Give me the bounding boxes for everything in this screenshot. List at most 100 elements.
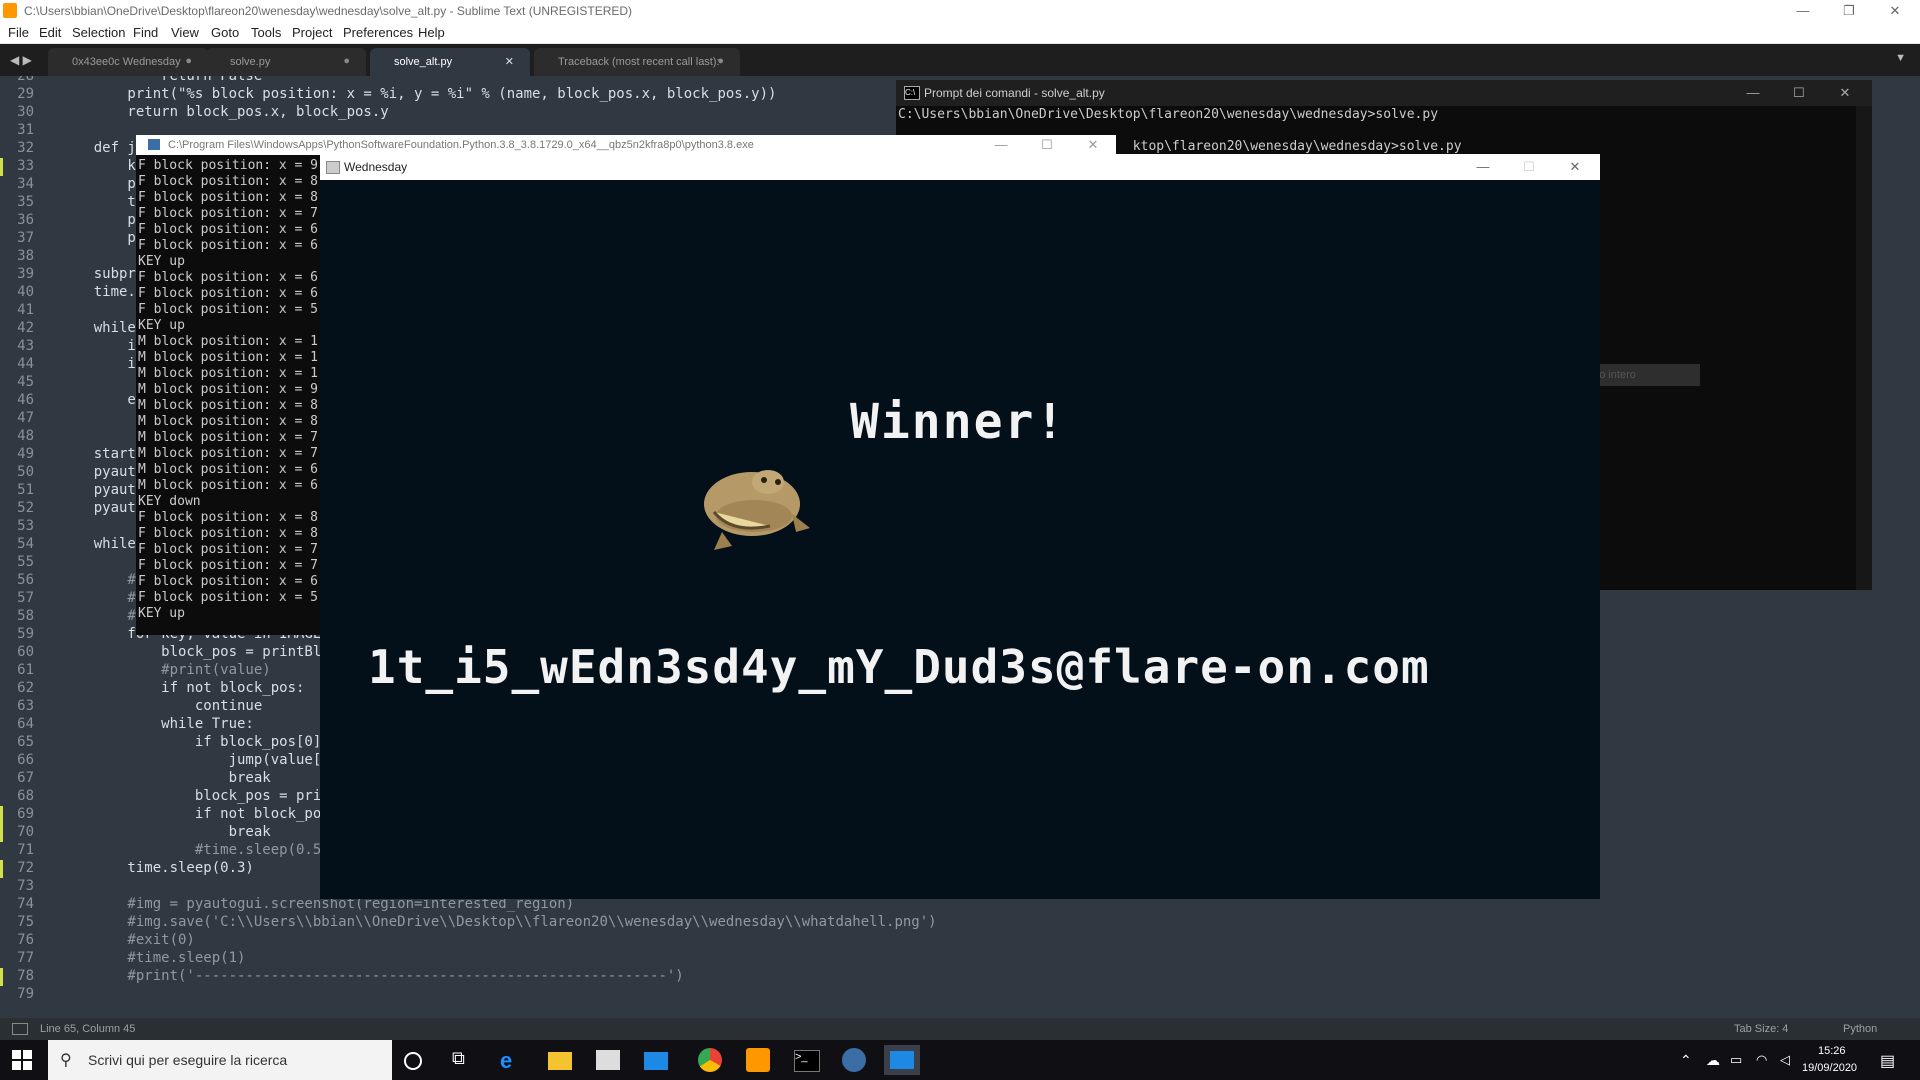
sublime-icon[interactable]: [746, 1048, 770, 1072]
line-number: 53: [17, 518, 34, 534]
console-line: F block position: x = 6: [138, 238, 319, 253]
code-text: print("%s block position: x = %i, y = %i…: [60, 86, 777, 102]
tab-solve-alt[interactable]: solve_alt.py ✕: [370, 48, 530, 76]
line-number: 29: [17, 86, 34, 102]
code-line[interactable]: 75 #img.save('C:\\Users\\bbian\\OneDrive…: [0, 914, 936, 932]
wifi-icon[interactable]: ◠: [1756, 1052, 1767, 1068]
unsaved-dot-icon[interactable]: ●: [343, 55, 350, 67]
windows-start-icon[interactable]: [12, 1050, 32, 1070]
menu-project[interactable]: Project: [292, 25, 332, 40]
mail-icon[interactable]: [644, 1052, 668, 1070]
menu-selection[interactable]: Selection: [72, 25, 125, 40]
code-line[interactable]: 28 return False: [0, 76, 900, 86]
close-icon[interactable]: ✕: [1872, 0, 1918, 22]
line-number: 36: [17, 212, 34, 228]
line-number: 62: [17, 680, 34, 696]
battery-icon[interactable]: ▭: [1730, 1052, 1742, 1068]
code-line[interactable]: 79: [0, 986, 900, 1004]
line-number: 38: [17, 248, 34, 264]
syntax-language[interactable]: Python: [1843, 1023, 1877, 1035]
console-line: KEY up: [138, 318, 185, 333]
maximize-icon[interactable]: ☐: [1024, 134, 1070, 156]
menu-file[interactable]: File: [8, 25, 29, 40]
code-line[interactable]: 76 #exit(0): [0, 932, 900, 950]
line-number: 73: [17, 878, 34, 894]
taskbar-search[interactable]: ⚲ Scrivi qui per eseguire la ricerca: [48, 1040, 392, 1080]
line-number: 43: [17, 338, 34, 354]
maximize-icon[interactable]: ☐: [1776, 82, 1822, 104]
code-line[interactable]: 77 #time.sleep(1): [0, 950, 900, 968]
unsaved-dot-icon[interactable]: ●: [185, 55, 192, 67]
maximize-icon[interactable]: ☐: [1506, 156, 1552, 178]
line-number: 30: [17, 104, 34, 120]
clock-time[interactable]: 15:26: [1818, 1045, 1846, 1057]
code-text: break: [60, 824, 271, 840]
line-number: 69: [17, 806, 34, 822]
line-number: 79: [17, 986, 34, 1002]
minimize-icon[interactable]: —: [1780, 0, 1826, 22]
line-number: 49: [17, 446, 34, 462]
task-view-icon[interactable]: ⧉: [452, 1048, 476, 1072]
game-title-bar: Wednesday — ☐ ✕: [320, 154, 1600, 180]
cmd-solve-scrollbar[interactable]: [1856, 106, 1872, 590]
code-line[interactable]: 78 #print('-----------------------------…: [0, 968, 900, 986]
onedrive-icon[interactable]: ☁: [1706, 1052, 1720, 1069]
tab-traceback[interactable]: Traceback (most recent call last): ●: [534, 48, 740, 76]
menu-view[interactable]: View: [171, 25, 199, 40]
minimize-icon[interactable]: —: [1730, 82, 1776, 104]
file-explorer-icon[interactable]: [548, 1052, 572, 1070]
tab-dropdown-icon[interactable]: ▼: [1895, 52, 1906, 64]
app-window-icon[interactable]: [884, 1045, 920, 1075]
diff-marker: [0, 860, 3, 878]
menu-edit[interactable]: Edit: [39, 25, 61, 40]
tab-solve[interactable]: solve.py ●: [206, 48, 366, 76]
sublime-window-title: C:\Users\bbian\OneDrive\Desktop\flareon2…: [24, 4, 633, 18]
line-number: 70: [17, 824, 34, 840]
line-number: 42: [17, 320, 34, 336]
tab-nav-arrows-icon[interactable]: ◀ ▶: [10, 53, 32, 67]
tray-up-arrow-icon[interactable]: ⌃: [1680, 1052, 1692, 1069]
code-text: jump(value[1]): [60, 752, 347, 768]
tab-size[interactable]: Tab Size: 4: [1734, 1023, 1788, 1035]
menu-goto[interactable]: Goto: [211, 25, 239, 40]
line-number: 44: [17, 356, 34, 372]
minimize-icon[interactable]: —: [978, 134, 1024, 156]
tab-wednesday[interactable]: 0x43ee0c Wednesday ●: [48, 48, 208, 76]
restore-icon[interactable]: ❐: [1826, 0, 1872, 22]
clock-date[interactable]: 19/09/2020: [1802, 1062, 1857, 1074]
code-line[interactable]: 30 return block_pos.x, block_pos.y: [0, 104, 900, 122]
close-icon[interactable]: ✕: [1822, 82, 1868, 104]
code-line[interactable]: 29 print("%s block position: x = %i, y =…: [0, 86, 900, 104]
menu-find[interactable]: Find: [133, 25, 158, 40]
menu-tools[interactable]: Tools: [251, 25, 281, 40]
cortana-icon[interactable]: [404, 1052, 422, 1070]
code-text: block_pos = printBlo: [60, 788, 364, 804]
edge-icon[interactable]: e: [500, 1048, 524, 1073]
line-number: 63: [17, 698, 34, 714]
terminal-icon[interactable]: >_: [794, 1050, 820, 1072]
line-number: 75: [17, 914, 34, 930]
diff-marker: [0, 806, 3, 824]
tab-close-icon[interactable]: ✕: [505, 55, 514, 68]
console-line: F block position: x = 7: [138, 542, 319, 557]
minimize-icon[interactable]: —: [1460, 156, 1506, 178]
notification-icon[interactable]: ▤: [1880, 1051, 1895, 1071]
console-line: C:\Users\bbian\OneDrive\Desktop\flareon2…: [898, 107, 1439, 122]
unsaved-dot-icon[interactable]: ●: [717, 55, 724, 67]
store-icon[interactable]: [596, 1050, 620, 1070]
line-number: 56: [17, 572, 34, 588]
volume-icon[interactable]: ◁: [1780, 1052, 1790, 1068]
python-icon[interactable]: [842, 1048, 866, 1072]
line-number: 55: [17, 554, 34, 570]
close-icon[interactable]: ✕: [1552, 156, 1598, 178]
line-number: 51: [17, 482, 34, 498]
menu-help[interactable]: Help: [418, 25, 445, 40]
console-line: F block position: x = 5: [138, 590, 319, 605]
game-window[interactable]: Wednesday — ☐ ✕ Winner! 1t_i5_wEdn3sd4y_…: [320, 154, 1600, 899]
panel-toggle-icon[interactable]: [12, 1023, 28, 1035]
code-text: while True:: [60, 716, 254, 732]
menu-preferences[interactable]: Preferences: [343, 25, 413, 40]
line-number: 58: [17, 608, 34, 624]
close-icon[interactable]: ✕: [1070, 134, 1116, 156]
chrome-icon[interactable]: [698, 1048, 722, 1072]
